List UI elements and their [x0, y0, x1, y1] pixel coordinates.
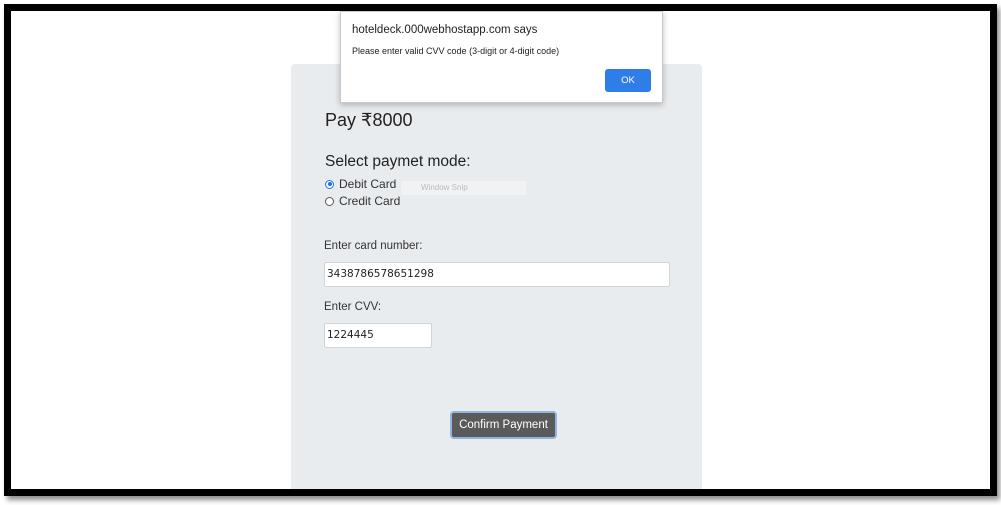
card-number-input[interactable]: 3438786578651298: [324, 262, 670, 287]
credit-card-option[interactable]: Credit Card: [325, 194, 400, 208]
credit-card-label: Credit Card: [339, 194, 401, 208]
alert-dialog: hoteldeck.000webhostapp.com says Please …: [340, 11, 663, 103]
confirm-payment-button[interactable]: Confirm Payment: [450, 411, 557, 439]
payment-mode-heading: Select paymet mode:: [325, 153, 471, 170]
payment-amount-title: Pay ₹8000: [325, 110, 413, 130]
card-number-label: Enter card number:: [324, 240, 423, 252]
cvv-input[interactable]: 1224445: [324, 323, 432, 348]
debit-card-option[interactable]: Debit Card: [325, 177, 396, 191]
ok-button[interactable]: OK: [605, 69, 651, 92]
debit-card-label: Debit Card: [339, 177, 397, 191]
dialog-title: hoteldeck.000webhostapp.com says: [352, 24, 538, 36]
screenshot-frame: Pay ₹8000 Select paymet mode: Debit Card…: [4, 4, 997, 496]
dialog-message: Please enter valid CVV code (3-digit or …: [352, 46, 560, 56]
window-snip-hint: Window Snip: [401, 181, 526, 195]
cvv-label: Enter CVV:: [324, 301, 382, 313]
radio-checked-icon[interactable]: [325, 179, 334, 189]
payment-panel: Pay ₹8000 Select paymet mode: Debit Card…: [291, 64, 702, 489]
radio-unchecked-icon[interactable]: [325, 196, 334, 206]
